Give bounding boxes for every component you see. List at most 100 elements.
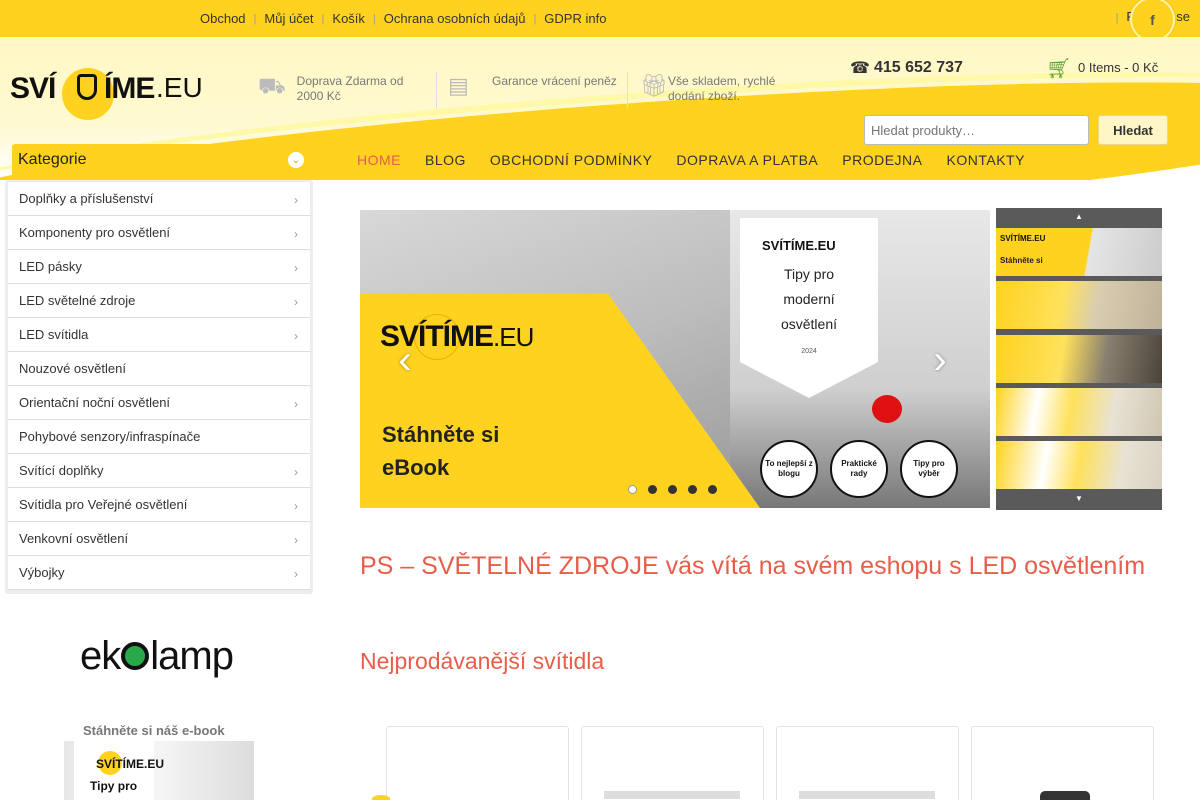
product-card[interactable] (581, 726, 764, 800)
top-nav-separator: | (372, 12, 376, 25)
product-card[interactable] (386, 726, 569, 800)
logo-text-suffix: .EU (156, 72, 203, 103)
chevron-right-icon: › (294, 397, 298, 411)
top-nav-separator: | (253, 12, 257, 25)
category-item[interactable]: Komponenty pro osvětlení › (8, 216, 310, 250)
slider-thumb[interactable]: SVÍTÍME.EU Stáhněte si (996, 228, 1162, 276)
category-item[interactable]: Svítící doplňky › (8, 454, 310, 488)
slider-dot[interactable] (628, 485, 637, 494)
category-item[interactable]: Doplňky a příslušenství › (8, 182, 310, 216)
category-label: Venkovní osvětlení (19, 531, 129, 546)
category-item[interactable]: Pohybové senzory/infraspínače (8, 420, 310, 454)
top-nav-shop-label: Obchod (200, 11, 246, 26)
category-label: Nouzové osvětlení (19, 361, 126, 376)
hero-slider[interactable]: SVÍTÍME.EU Tipy pro moderní osvětlení 20… (360, 210, 990, 508)
top-nav-account-label: Můj účet (264, 11, 314, 26)
slide-ebook-title-line: osvětlení (780, 316, 838, 332)
category-item[interactable]: Nouzové osvětlení (8, 352, 310, 386)
category-item[interactable]: Orientační noční osvětlení › (8, 386, 310, 420)
cart-icon: 🛒︎ (1046, 58, 1072, 80)
nav-home[interactable]: HOME (345, 148, 413, 172)
ebook-banner[interactable]: SVÍTÍME.EU Tipy pro (64, 741, 254, 800)
feature-money-back-text: Garance vrácení peněz (492, 74, 617, 88)
search-input[interactable] (864, 115, 1089, 145)
phone-icon: ☎ (850, 60, 870, 77)
ebook-logo: SVÍTÍME.EU (96, 757, 165, 771)
search-button[interactable]: Hledat (1098, 115, 1168, 145)
slide-ebook-logo: SVÍTÍME.EU (762, 238, 836, 253)
thumb-label: Stáhněte si (1000, 256, 1043, 265)
decorative-dot (372, 795, 390, 800)
top-nav-cart[interactable]: Košík (332, 11, 365, 26)
category-item[interactable]: LED světelné zdroje › (8, 284, 310, 318)
top-nav-privacy[interactable]: Ochrana osobních údajů (384, 11, 526, 26)
category-label: Svítící doplňky (19, 463, 104, 478)
feature-free-shipping-text: Doprava Zdarma od 2000 Kč (296, 74, 404, 103)
category-item[interactable]: Výbojky › (8, 556, 310, 590)
categories-title: Kategorie (18, 151, 87, 168)
facebook-icon[interactable]: f (1130, 0, 1175, 42)
slider-thumb[interactable] (996, 335, 1162, 383)
slide-headline: Stáhněte si eBook (382, 418, 499, 484)
nav-terms[interactable]: OBCHODNÍ PODMÍNKY (478, 148, 665, 172)
slide-ebook-year: 2024 (801, 348, 817, 355)
slider-thumb[interactable] (996, 388, 1162, 436)
chevron-right-icon: › (294, 499, 298, 513)
nav-store[interactable]: PRODEJNA (830, 148, 934, 172)
category-label: Svítidla pro Veřejné osvětlení (19, 497, 188, 512)
gift-icon: 🎁︎ (640, 73, 668, 98)
chevron-right-icon: › (294, 567, 298, 581)
slide-badge: Tipy pro výběr (900, 440, 958, 498)
slider-dot[interactable] (648, 485, 657, 494)
ekolamp-logo[interactable]: ek lamp (80, 634, 234, 679)
slider-thumb[interactable] (996, 441, 1162, 489)
top-nav-shop[interactable]: Obchod (200, 11, 246, 26)
feature-divider (436, 72, 437, 108)
phone-number[interactable]: ☎ 415 652 737 (850, 58, 963, 78)
product-card[interactable] (971, 726, 1154, 800)
logo-text-part2: ÍME (104, 72, 155, 105)
chevron-right-icon: › (294, 329, 298, 343)
product-card[interactable] (776, 726, 959, 800)
category-item[interactable]: Venkovní osvětlení › (8, 522, 310, 556)
nav-shipping[interactable]: DOPRAVA A PLATBA (664, 148, 830, 172)
categories-toggle[interactable]: Kategorie ⌄ (12, 144, 310, 176)
chevron-right-icon: › (294, 261, 298, 275)
top-nav-gdpr[interactable]: GDPR info (544, 11, 606, 26)
ebook-title: Tipy pro (90, 779, 138, 793)
slider-next-arrow-icon[interactable]: › (925, 340, 955, 380)
thumb-logo: SVÍTÍME.EU (1000, 234, 1046, 243)
site-logo[interactable]: SVÍ ÍME .EU (10, 68, 203, 123)
top-nav-account[interactable]: Můj účet (264, 11, 313, 26)
top-nav-separator: | (533, 12, 537, 25)
category-item[interactable]: LED svítidla › (8, 318, 310, 352)
slider-dot[interactable] (708, 485, 717, 494)
category-label: Pohybové senzory/infraspínače (19, 429, 201, 444)
category-item[interactable]: LED pásky › (8, 250, 310, 284)
thumb-image (996, 388, 1162, 436)
feature-in-stock-text: Vše skladem, rychlé dodání zboží. (668, 74, 776, 103)
nav-blog[interactable]: BLOG (413, 148, 478, 172)
top-nav-privacy-label: Ochrana osobních údajů (383, 11, 526, 26)
slider-thumb[interactable] (996, 281, 1162, 329)
slide-logo-suffix: .EU (493, 322, 534, 352)
phone-number-text: 415 652 737 (873, 59, 963, 76)
chevron-right-icon: › (294, 227, 298, 241)
chevron-right-icon: › (294, 533, 298, 547)
chevron-right-icon: › (294, 193, 298, 207)
slide-headline-line: Stáhněte si (382, 422, 500, 447)
nav-contacts[interactable]: KONTAKTY (935, 148, 1037, 172)
category-item[interactable]: Svítidla pro Veřejné osvětlení › (8, 488, 310, 522)
cart-summary[interactable]: 🛒︎ 0 Items - 0 Kč (1046, 56, 1159, 80)
slider-dot[interactable] (688, 485, 697, 494)
slide-ebook-title-line: moderní (783, 291, 835, 307)
feature-free-shipping: ⛟ Doprava Zdarma od 2000 Kč (258, 74, 428, 104)
slider-dot[interactable] (668, 485, 677, 494)
thumb-scroll-up-icon[interactable]: ▲ (996, 208, 1162, 226)
category-label: LED pásky (19, 259, 82, 274)
cart-summary-text: 0 Items - 0 Kč (1078, 59, 1159, 75)
top-nav-separator: | (1115, 12, 1119, 24)
thumb-scroll-down-icon[interactable]: ▼ (996, 490, 1162, 508)
slider-prev-arrow-icon[interactable]: ‹ (390, 340, 420, 380)
logo-text-part1: SVÍ (10, 72, 56, 105)
